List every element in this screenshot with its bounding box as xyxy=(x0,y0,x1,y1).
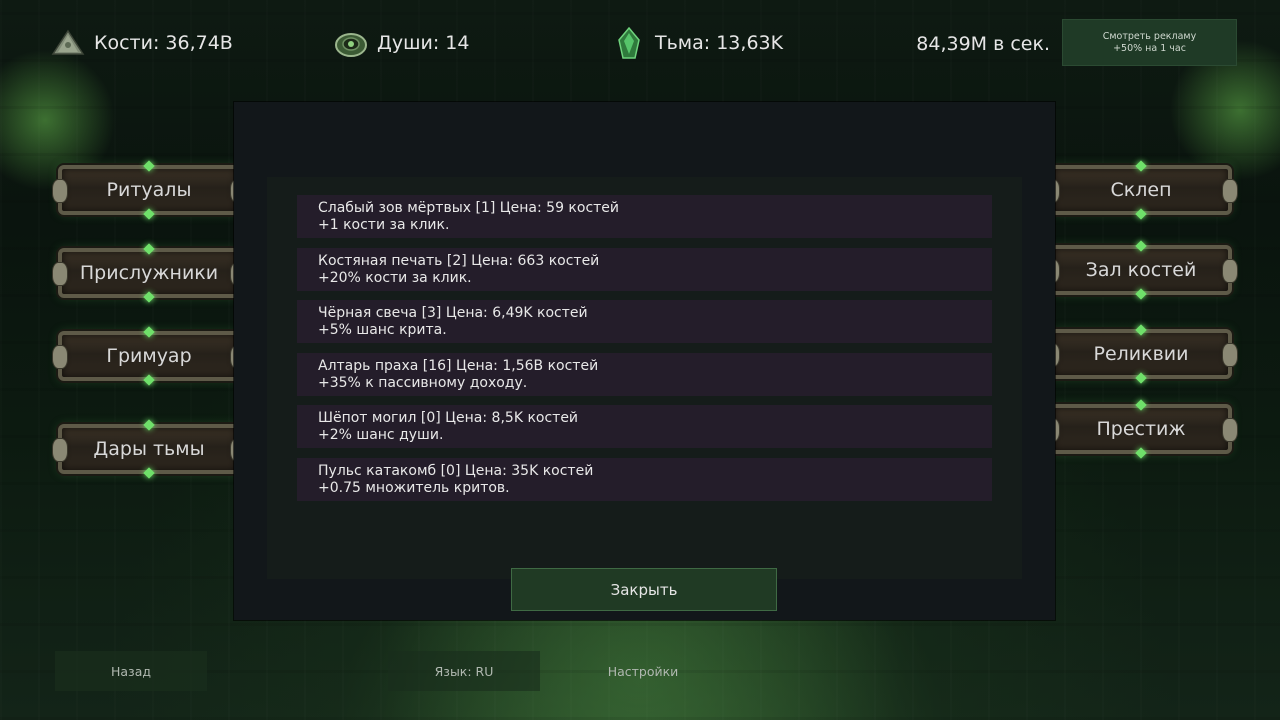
upgrade-item[interactable]: Чёрная свеча [3] Цена: 6,49K костей +5% … xyxy=(297,300,992,343)
upgrade-title: Слабый зов мёртвых [1] Цена: 59 костей xyxy=(318,200,620,216)
upgrade-item[interactable]: Слабый зов мёртвых [1] Цена: 59 костей +… xyxy=(297,195,992,238)
upgrade-item[interactable]: Пульс катакомб [0] Цена: 35K костей +0.7… xyxy=(297,458,992,501)
soul-orb-icon xyxy=(333,25,369,61)
gem-icon xyxy=(143,326,155,338)
upgrade-desc: +20% кости за клик. xyxy=(318,270,472,286)
prestige-button[interactable]: Престиж xyxy=(1044,399,1238,459)
gem-icon xyxy=(1135,208,1147,220)
gem-icon xyxy=(143,291,155,303)
watch-ad-bonus: +50% на 1 час xyxy=(1113,42,1186,54)
back-button[interactable]: Назад xyxy=(55,651,207,691)
gem-icon xyxy=(1135,447,1147,459)
grimoire-label: Гримуар xyxy=(106,345,192,367)
gem-icon xyxy=(1135,240,1147,252)
darkness-counter: Тьма: 13,63K xyxy=(611,22,783,64)
darkness-label: Тьма: 13,63K xyxy=(655,32,784,54)
upgrade-item[interactable]: Алтарь праха [16] Цена: 1,56B костей +35… xyxy=(297,353,992,396)
gem-icon xyxy=(143,160,155,172)
income-rate: 84,39M в сек. xyxy=(916,33,1050,55)
dark-crystal-icon xyxy=(611,25,647,61)
rituals-button[interactable]: Ритуалы xyxy=(52,160,246,220)
crypt-button[interactable]: Склеп xyxy=(1044,160,1238,220)
souls-label: Души: 14 xyxy=(377,32,470,54)
upgrade-title: Костяная печать [2] Цена: 663 костей xyxy=(318,253,600,269)
gem-icon xyxy=(143,467,155,479)
bones-counter: Кости: 36,74B xyxy=(50,22,233,64)
upgrade-title: Чёрная свеча [3] Цена: 6,49K костей xyxy=(318,305,588,321)
gem-icon xyxy=(143,243,155,255)
crypt-label: Склеп xyxy=(1110,179,1172,201)
watch-ad-label: Смотреть рекламу xyxy=(1102,30,1197,42)
upgrade-item[interactable]: Костяная печать [2] Цена: 663 костей +20… xyxy=(297,248,992,291)
rituals-label: Ритуалы xyxy=(106,179,192,201)
upgrade-desc: +35% к пассивному доходу. xyxy=(318,375,528,391)
settings-button[interactable]: Настройки xyxy=(567,651,719,691)
gem-icon xyxy=(143,208,155,220)
upgrade-list: Слабый зов мёртвых [1] Цена: 59 костей +… xyxy=(297,195,992,511)
bone-hall-button[interactable]: Зал костей xyxy=(1044,240,1238,300)
bones-label: Кости: 36,74B xyxy=(94,32,233,54)
gem-icon xyxy=(1135,399,1147,411)
close-button[interactable]: Закрыть xyxy=(511,568,777,611)
dark-gifts-label: Дары тьмы xyxy=(93,438,205,460)
gem-icon xyxy=(1135,160,1147,172)
bone-pile-icon xyxy=(50,25,86,61)
servants-button[interactable]: Прислужники xyxy=(52,243,246,303)
gem-icon xyxy=(1135,324,1147,336)
bone-hall-label: Зал костей xyxy=(1085,259,1197,281)
relics-button[interactable]: Реликвии xyxy=(1044,324,1238,384)
upgrade-item[interactable]: Шёпот могил [0] Цена: 8,5K костей +2% ша… xyxy=(297,405,992,448)
relics-label: Реликвии xyxy=(1093,343,1189,365)
gem-icon xyxy=(1135,288,1147,300)
upgrade-desc: +1 кости за клик. xyxy=(318,217,450,233)
upgrade-desc: +0.75 множитель критов. xyxy=(318,480,510,496)
upgrade-desc: +2% шанс души. xyxy=(318,427,444,443)
upgrades-modal: Слабый зов мёртвых [1] Цена: 59 костей +… xyxy=(234,102,1055,620)
prestige-label: Престиж xyxy=(1096,418,1186,440)
souls-counter: Души: 14 xyxy=(333,22,469,64)
gem-icon xyxy=(1135,372,1147,384)
upgrade-title: Алтарь праха [16] Цена: 1,56B костей xyxy=(318,358,599,374)
language-button[interactable]: Язык: RU xyxy=(388,651,540,691)
gem-icon xyxy=(143,419,155,431)
gem-icon xyxy=(143,374,155,386)
watch-ad-button[interactable]: Смотреть рекламу +50% на 1 час xyxy=(1062,19,1237,66)
upgrade-title: Пульс катакомб [0] Цена: 35K костей xyxy=(318,463,594,479)
grimoire-button[interactable]: Гримуар xyxy=(52,326,246,386)
servants-label: Прислужники xyxy=(79,262,219,284)
dark-gifts-button[interactable]: Дары тьмы xyxy=(52,419,246,479)
upgrade-title: Шёпот могил [0] Цена: 8,5K костей xyxy=(318,410,579,426)
upgrade-desc: +5% шанс крита. xyxy=(318,322,447,338)
